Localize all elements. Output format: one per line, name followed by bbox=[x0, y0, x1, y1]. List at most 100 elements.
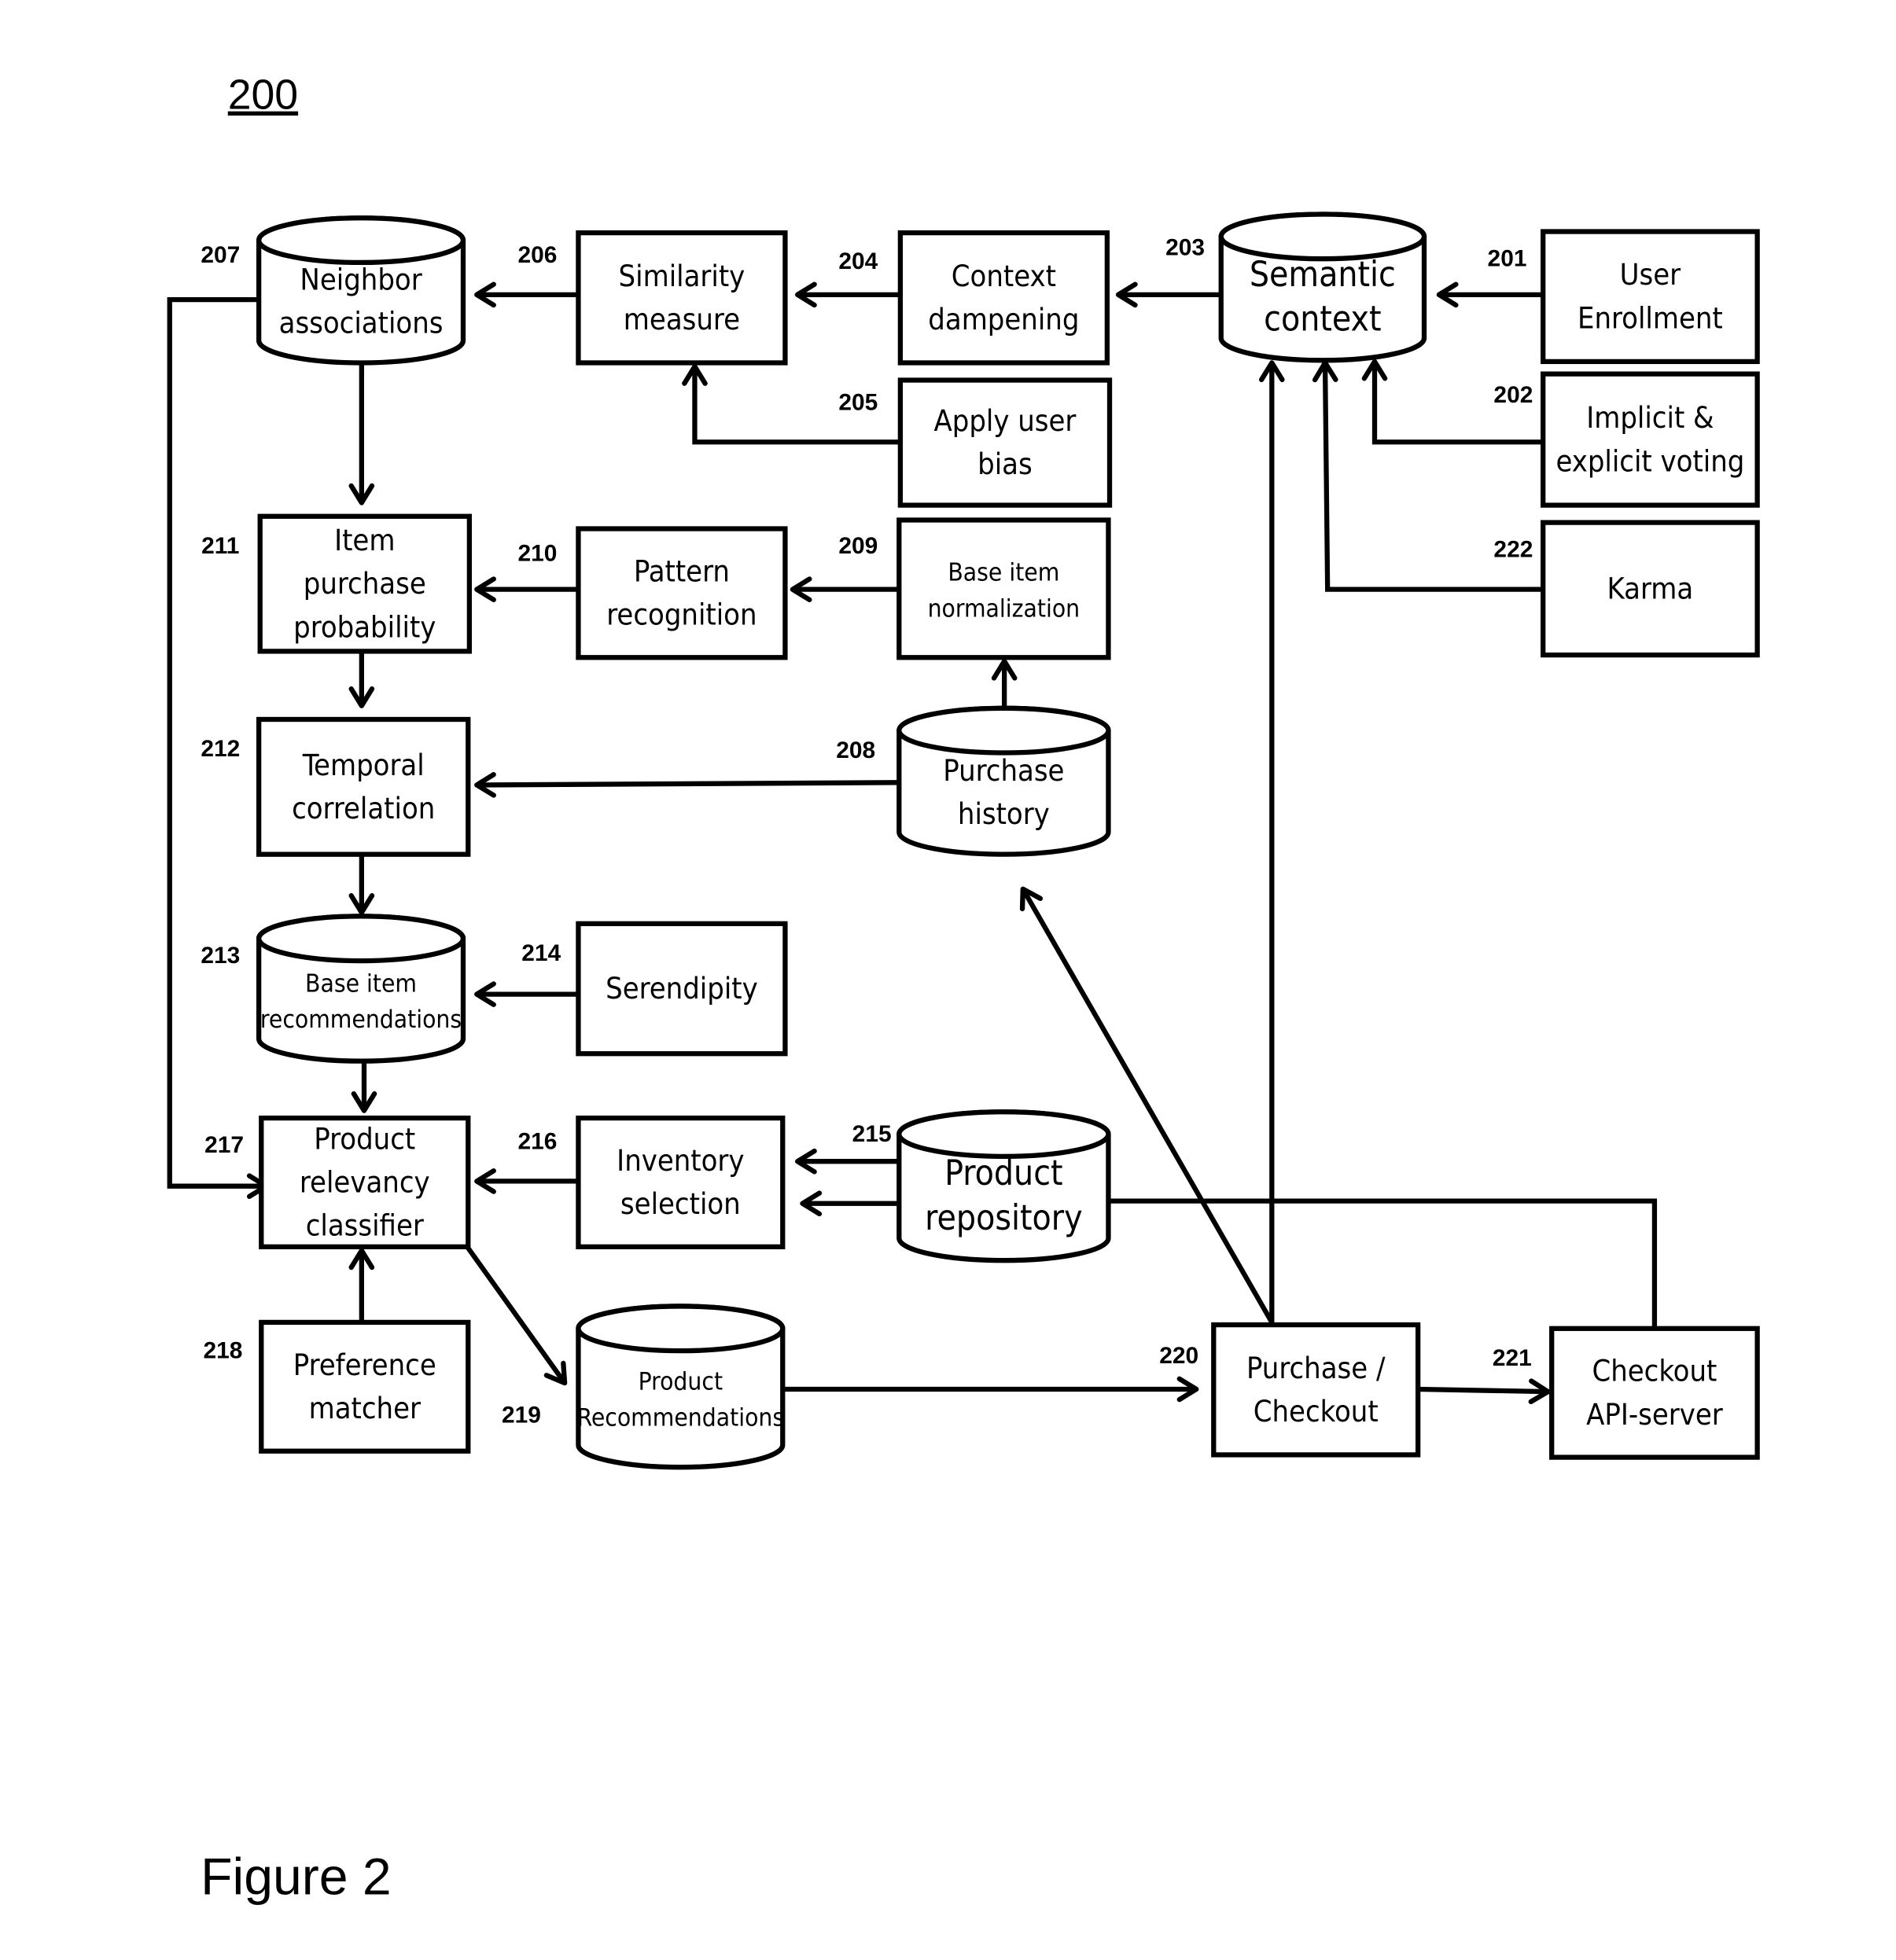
box-outline bbox=[1541, 371, 1760, 508]
node-206: Similarity measure 206 bbox=[518, 230, 788, 366]
figure-caption: Figure 2 bbox=[201, 1848, 392, 1906]
node-label-line: Base item bbox=[305, 969, 417, 998]
node-label-line: Purchase bbox=[943, 753, 1064, 788]
node-label-line: Enrollment bbox=[1578, 300, 1723, 335]
node-label-line: relevancy bbox=[300, 1165, 430, 1200]
node-label-line: User bbox=[1620, 257, 1681, 292]
reference-number: 201 bbox=[1488, 246, 1527, 272]
reference-number: 211 bbox=[201, 533, 239, 559]
edge-208-to-212 bbox=[474, 772, 900, 798]
edge-218-to-217 bbox=[348, 1248, 375, 1322]
reference-number: 205 bbox=[838, 389, 878, 415]
box-outline bbox=[576, 1115, 786, 1250]
node-label-line: Similarity bbox=[619, 259, 746, 293]
box-outline bbox=[576, 230, 788, 366]
node-label-line: correlation bbox=[292, 791, 435, 826]
node-label-line: associations bbox=[279, 306, 444, 340]
node-219: Product Recommendations 219 bbox=[502, 1304, 786, 1470]
reference-number: 217 bbox=[204, 1132, 244, 1158]
node-label-line: Neighbor bbox=[300, 263, 422, 297]
reference-number: 203 bbox=[1165, 234, 1205, 260]
edge-206-to-207 bbox=[474, 281, 579, 308]
node-label-line: recognition bbox=[606, 598, 757, 632]
node-217: Product relevancy classifier 217 bbox=[204, 1115, 471, 1250]
node-label-line: classifier bbox=[306, 1208, 424, 1243]
node-label-line: Recommendations bbox=[577, 1403, 785, 1432]
node-label-line: Implicit & bbox=[1586, 400, 1714, 435]
node-label-line: Temporal bbox=[302, 748, 425, 782]
edge-211-to-212 bbox=[348, 651, 375, 708]
node-label-line: Apply user bbox=[933, 403, 1076, 438]
node-label-line: Product bbox=[639, 1368, 723, 1396]
node-label-line: measure bbox=[624, 302, 740, 336]
edge-201-to-203 bbox=[1436, 281, 1544, 308]
node-label-line: Checkout bbox=[1254, 1394, 1379, 1429]
reference-number: 207 bbox=[201, 242, 240, 268]
node-211: Item purchase probability 211 bbox=[201, 513, 472, 654]
reference-number: 218 bbox=[204, 1338, 243, 1364]
edge-208-to-209 bbox=[991, 658, 1018, 708]
nodes: User Enrollment 201 Implicit & explicit voti… bbox=[201, 211, 1760, 1470]
reference-number: 208 bbox=[836, 737, 875, 763]
reference-number: 210 bbox=[518, 540, 558, 566]
reference-number: 220 bbox=[1159, 1343, 1198, 1369]
reference-number: 215 bbox=[852, 1121, 892, 1147]
edge-220-to-203 bbox=[1258, 360, 1285, 1326]
reference-number: 202 bbox=[1493, 382, 1533, 408]
node-label-line: Preference bbox=[293, 1348, 436, 1382]
node-212: Temporal correlation 212 bbox=[201, 716, 471, 857]
figure-reference-number: 200 bbox=[228, 72, 298, 119]
edge-217-to-219 bbox=[466, 1246, 568, 1386]
reference-number: 216 bbox=[518, 1128, 558, 1154]
node-label-line: Serendipity bbox=[606, 971, 758, 1006]
node-label-line: purchase bbox=[304, 566, 426, 601]
box-outline bbox=[256, 716, 471, 857]
node-label-line: bias bbox=[977, 447, 1033, 481]
node-207: Neighbor associations 207 bbox=[201, 215, 466, 366]
node-214: Serendipity 214 bbox=[521, 921, 788, 1057]
node-label-line: probability bbox=[293, 609, 436, 644]
edge-220-to-221 bbox=[1418, 1378, 1551, 1405]
edge-214-to-213 bbox=[474, 981, 579, 1007]
edge-203-to-204 bbox=[1115, 281, 1221, 308]
edge-219-to-220 bbox=[782, 1376, 1199, 1403]
node-203: Semantic context 203 bbox=[1165, 211, 1427, 363]
reference-number: 209 bbox=[838, 533, 878, 559]
box-outline bbox=[1211, 1322, 1421, 1458]
reference-number: 212 bbox=[201, 736, 240, 762]
node-label-line: API-server bbox=[1586, 1397, 1723, 1432]
node-label-line: repository bbox=[925, 1198, 1082, 1238]
reference-number: 219 bbox=[502, 1402, 541, 1428]
node-label-line: Semantic bbox=[1250, 255, 1396, 295]
reference-number: 221 bbox=[1493, 1345, 1532, 1371]
reference-number: 214 bbox=[521, 940, 561, 966]
node-210: Pattern recognition 210 bbox=[518, 526, 788, 660]
node-213: Base item recommendations 213 bbox=[201, 914, 466, 1064]
node-label-line: normalization bbox=[928, 594, 1081, 623]
cylinder-top bbox=[256, 215, 466, 266]
node-218: Preference matcher 218 bbox=[204, 1319, 471, 1454]
reference-number: 222 bbox=[1493, 537, 1533, 563]
node-label-line: Inventory bbox=[617, 1143, 744, 1178]
box-outline bbox=[1549, 1326, 1760, 1460]
edge-215-to-216 bbox=[795, 1148, 900, 1175]
node-label-line: history bbox=[958, 796, 1050, 831]
node-label-line: Product bbox=[314, 1121, 415, 1156]
node-label-line: Item bbox=[334, 523, 395, 557]
box-outline bbox=[576, 526, 788, 660]
cylinder-top bbox=[256, 914, 466, 964]
flow-diagram: 200 User Enrollment 201 Implicit & explicit … bbox=[167, 72, 1760, 1906]
box-outline bbox=[897, 230, 1110, 366]
edge-209-to-210 bbox=[790, 576, 900, 602]
node-label-line: recommendations bbox=[260, 1006, 462, 1034]
node-label-line: dampening bbox=[928, 302, 1079, 336]
cylinder-top bbox=[896, 1109, 1111, 1160]
box-outline bbox=[1541, 229, 1760, 365]
node-label-line: matcher bbox=[309, 1391, 421, 1425]
node-label-line: Product bbox=[944, 1153, 1062, 1193]
node-label-line: explicit voting bbox=[1555, 443, 1744, 478]
edge-204-to-206 bbox=[795, 281, 900, 308]
node-label-line: Context bbox=[952, 259, 1056, 293]
cylinder-top bbox=[896, 705, 1111, 756]
cylinder-top bbox=[576, 1304, 786, 1354]
